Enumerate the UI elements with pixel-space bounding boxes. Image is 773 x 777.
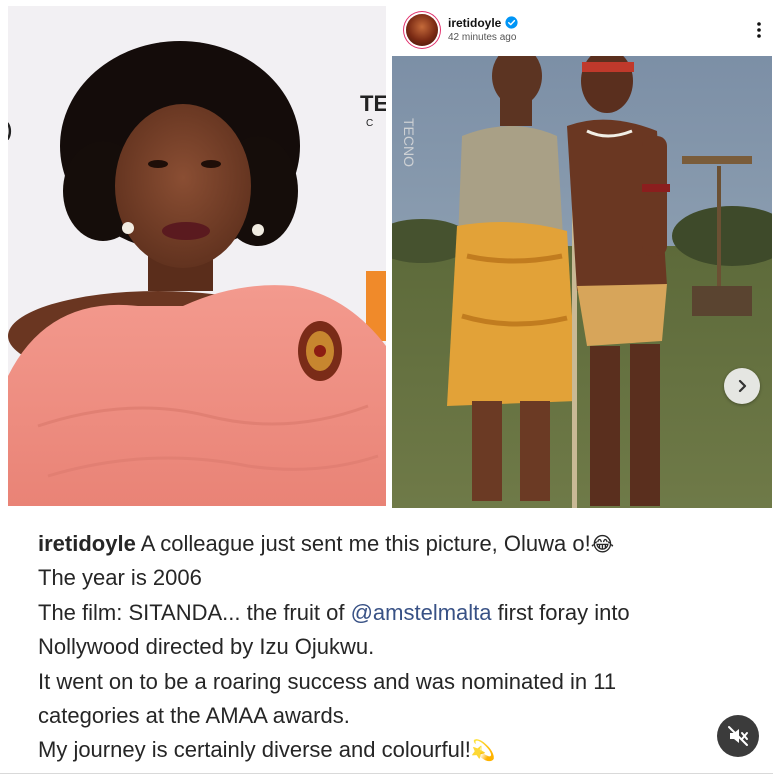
caption-line-7-text: My journey is certainly diverse and colo… (38, 737, 471, 763)
portrait-illustration: TE C ) (8, 6, 386, 506)
chevron-right-icon (738, 379, 747, 393)
caption-line-1: iretidoyle A colleague just sent me this… (38, 527, 738, 561)
bottom-divider (0, 773, 773, 774)
post-username[interactable]: iretidoyle (448, 16, 501, 30)
post-photo[interactable]: TECNO (392, 56, 772, 508)
caption-line-3: The film: SITANDA... the fruit of @amste… (38, 596, 738, 630)
mention-link[interactable]: @amstelmalta (351, 600, 492, 625)
muted-speaker-icon (728, 726, 748, 746)
caption-line-6: categories at the AMAA awards. (38, 703, 350, 729)
tecno-watermark: TECNO (401, 118, 417, 167)
caption-line-7: My journey is certainly diverse and colo… (38, 733, 738, 767)
post-header: iretidoyle 42 minutes ago (392, 8, 772, 54)
instagram-post-screenshot: TE C ) (0, 0, 773, 777)
portrait-photo: TE C ) (8, 6, 386, 506)
carousel-next-button[interactable] (724, 368, 760, 404)
caption-username[interactable]: iretidoyle (38, 531, 136, 556)
post-panel: iretidoyle 42 minutes ago TECNO (392, 8, 772, 508)
caption-line-3-before: The film: SITANDA... the fruit of (38, 599, 351, 625)
caption-line-2: The year is 2006 (38, 565, 202, 591)
post-timestamp: 42 minutes ago (448, 32, 517, 43)
dizzy-sparkle-emoji-icon: 💫 (470, 738, 496, 763)
caption-line-1-text: A colleague just sent me this picture, O… (135, 531, 591, 556)
mute-toggle-button[interactable] (717, 715, 759, 757)
couple-photo-illustration: TECNO (392, 56, 772, 508)
laughing-emoji-icon: 😂 (590, 532, 615, 556)
svg-text:TE: TE (360, 91, 386, 116)
verified-badge-icon (505, 16, 518, 29)
caption-line-4: Nollywood directed by Izu Ojukwu. (38, 634, 375, 660)
profile-avatar[interactable] (406, 14, 438, 46)
more-options-icon[interactable] (756, 21, 762, 39)
caption-line-3-after: first foray into (491, 599, 630, 625)
svg-text:): ) (8, 120, 12, 140)
post-caption: iretidoyle A colleague just sent me this… (38, 527, 738, 768)
caption-line-5: It went on to be a roaring success and w… (38, 668, 617, 694)
svg-text:C: C (366, 118, 373, 129)
